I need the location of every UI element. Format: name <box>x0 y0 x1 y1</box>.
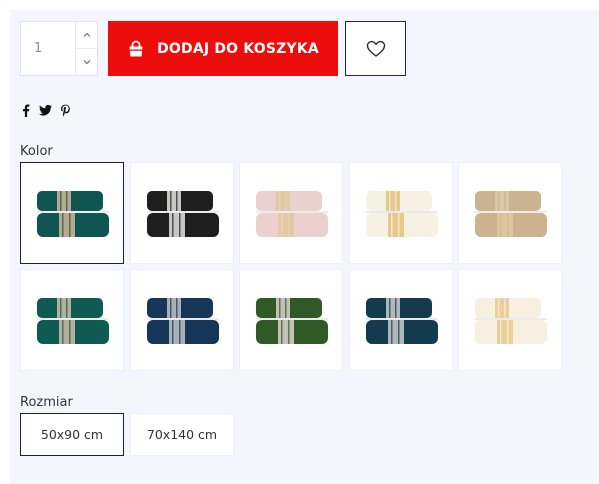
size-option[interactable]: 50x90 cm <box>20 413 124 456</box>
quantity-stepper <box>20 21 98 76</box>
shopping-bag-icon <box>129 40 144 56</box>
size-option[interactable]: 70x140 cm <box>130 413 234 456</box>
color-swatch[interactable] <box>348 162 453 264</box>
color-swatch[interactable] <box>239 162 343 264</box>
towel-icon <box>475 298 547 344</box>
color-swatch[interactable] <box>20 162 124 264</box>
size-section-label: Rozmiar <box>20 395 73 410</box>
chevron-up-icon <box>83 32 90 37</box>
towel-icon <box>37 298 109 344</box>
quantity-input[interactable] <box>21 22 77 75</box>
facebook-icon <box>23 104 30 117</box>
towel-icon <box>256 191 328 237</box>
twitter-icon <box>39 104 52 116</box>
towel-icon <box>365 298 438 344</box>
towel-icon <box>37 191 109 237</box>
towel-icon <box>256 298 328 344</box>
social-share-links <box>22 104 70 117</box>
facebook-share-link[interactable] <box>22 104 30 117</box>
pinterest-share-link[interactable] <box>61 104 70 117</box>
quantity-decrease-button[interactable] <box>76 48 97 75</box>
add-to-cart-button[interactable]: DODAJ DO KOSZYKA <box>108 21 338 76</box>
quantity-stepper-buttons <box>75 22 97 75</box>
add-to-cart-label: DODAJ DO KOSZYKA <box>157 40 319 57</box>
towel-icon <box>146 298 219 344</box>
towel-icon <box>365 191 438 237</box>
twitter-share-link[interactable] <box>39 104 52 117</box>
color-section-label: Kolor <box>20 144 53 159</box>
color-swatch[interactable] <box>458 269 562 371</box>
color-swatch[interactable] <box>129 269 234 371</box>
add-to-wishlist-button[interactable] <box>345 21 406 76</box>
color-swatch[interactable] <box>129 162 234 264</box>
color-swatch[interactable] <box>458 162 562 264</box>
chevron-down-icon <box>83 60 90 65</box>
pinterest-icon <box>61 104 70 117</box>
towel-icon <box>146 191 219 237</box>
color-swatch[interactable] <box>20 269 124 371</box>
towel-icon <box>475 191 547 237</box>
color-swatch[interactable] <box>239 269 343 371</box>
color-swatch[interactable] <box>348 269 453 371</box>
heart-icon <box>366 40 385 57</box>
quantity-increase-button[interactable] <box>76 22 97 48</box>
